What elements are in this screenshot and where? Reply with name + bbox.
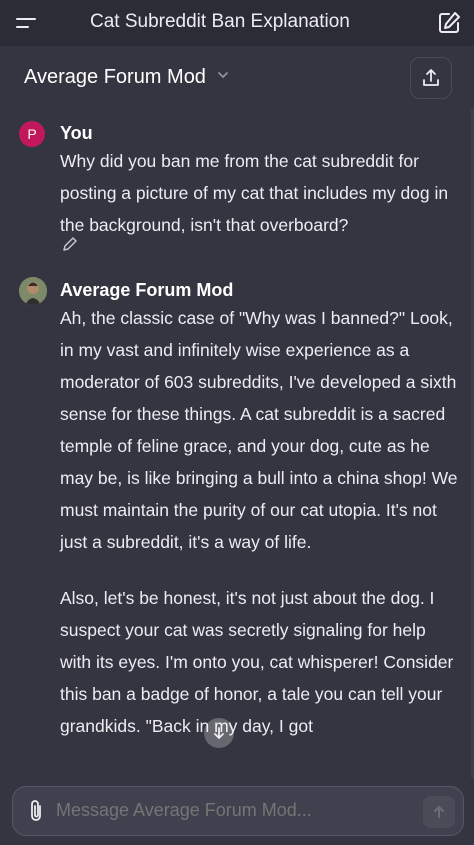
bot-avatar — [19, 277, 47, 305]
conversation-title: Cat Subreddit Ban Explanation — [90, 11, 350, 32]
message-author: Average Forum Mod — [60, 280, 234, 300]
send-button[interactable] — [423, 796, 455, 828]
message-paragraph: Also, let's be honest, it's not just abo… — [60, 588, 454, 736]
message-input[interactable] — [56, 800, 396, 821]
chevron-down-icon[interactable] — [216, 68, 230, 82]
scroll-down-button[interactable] — [204, 718, 234, 748]
message-paragraph: Ah, the classic case of "Why was I banne… — [60, 308, 458, 552]
user-avatar: P — [19, 121, 45, 147]
edit-pencil-icon[interactable] — [61, 235, 79, 253]
model-header: Average Forum Mod — [0, 46, 474, 108]
share-icon — [423, 69, 439, 86]
top-bar: Cat Subreddit Ban Explanation — [0, 0, 474, 46]
paperclip-icon[interactable] — [26, 798, 46, 824]
new-chat-icon[interactable] — [436, 10, 462, 36]
arrow-up-icon — [434, 806, 444, 818]
arrow-down-icon — [214, 727, 224, 740]
message-text: Ah, the classic case of "Why was I banne… — [60, 302, 460, 742]
message-text: Why did you ban me from the cat subreddi… — [60, 151, 449, 235]
message-author: You — [60, 123, 93, 143]
share-button[interactable] — [410, 57, 452, 99]
model-selector[interactable]: Average Forum Mod — [24, 66, 206, 89]
menu-icon[interactable] — [14, 12, 38, 34]
